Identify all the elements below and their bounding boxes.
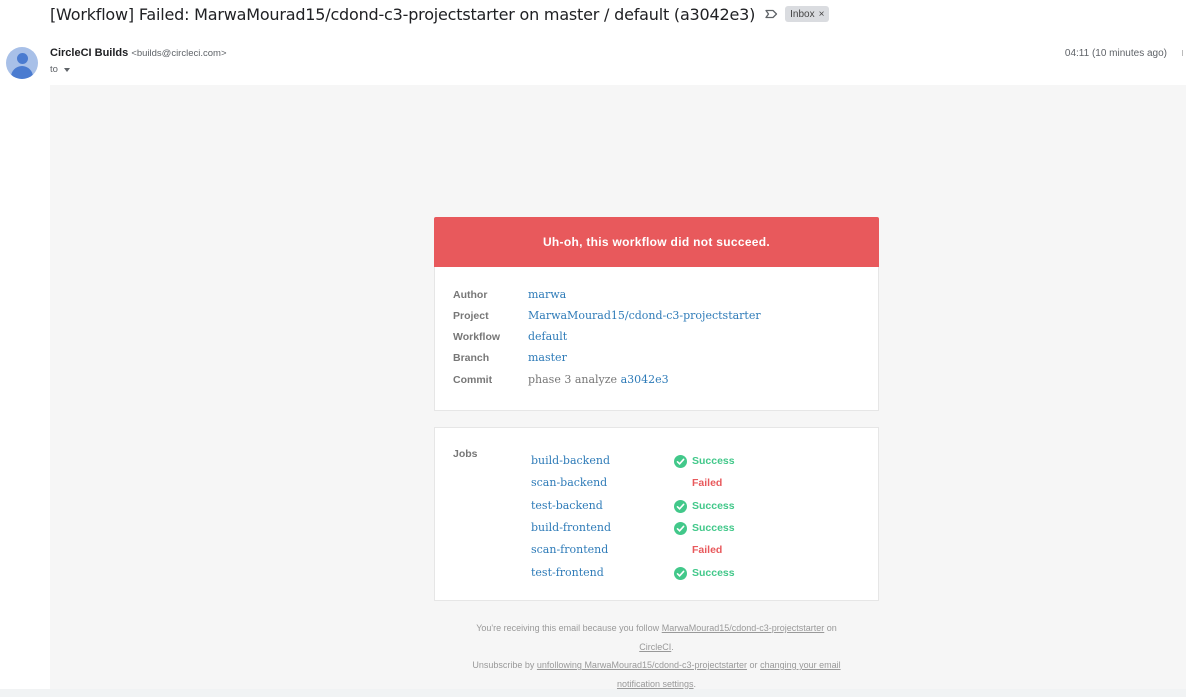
- footer-line-4: notification settings.: [434, 675, 879, 690]
- email-subject-row: [Workflow] Failed: MarwaMourad15/cdond-c…: [50, 2, 830, 26]
- workflow-details-card: Author marwa Project MarwaMourad15/cdond…: [434, 267, 879, 411]
- remove-label-icon[interactable]: ×: [819, 9, 825, 20]
- to-label: to: [50, 64, 58, 75]
- branch-label: Branch: [453, 352, 490, 364]
- job-status-scan-frontend: Failed: [692, 544, 723, 556]
- label-outline-icon[interactable]: [764, 7, 778, 21]
- more-options-icon[interactable]: [1182, 50, 1186, 56]
- footer-text: on: [826, 623, 837, 633]
- job-status-scan-backend: Failed: [692, 477, 723, 489]
- jobs-card: Jobs build-backend Success scan-backend Fai…: [434, 427, 879, 601]
- email-subject: [Workflow] Failed: MarwaMourad15/cdond-c…: [50, 4, 756, 24]
- footer-circleci-link[interactable]: CircleCI: [639, 642, 671, 652]
- job-link-scan-frontend[interactable]: scan-frontend: [531, 543, 608, 556]
- email-timestamp: 04:11 (10 minutes ago): [1064, 48, 1167, 59]
- job-link-test-frontend[interactable]: test-frontend: [531, 566, 604, 579]
- author-link[interactable]: marwa: [528, 288, 566, 301]
- commit-hash-link[interactable]: a3042e3: [621, 373, 669, 386]
- sender-name[interactable]: CircleCI Builds: [50, 47, 128, 59]
- job-link-build-frontend[interactable]: build-frontend: [531, 521, 611, 534]
- chevron-down-icon[interactable]: [63, 68, 70, 72]
- jobs-label: Jobs: [453, 448, 478, 460]
- footer-text: .: [671, 641, 674, 652]
- footer-text: You're receiving this email because you …: [476, 623, 660, 633]
- job-link-test-backend[interactable]: test-backend: [531, 499, 603, 512]
- sender-row: CircleCI Builds <builds@circleci.com>: [50, 47, 227, 59]
- job-status-test-frontend: Success: [692, 567, 735, 579]
- job-status-build-backend: Success: [692, 455, 735, 467]
- bottom-strip: [0, 689, 1186, 697]
- project-link[interactable]: MarwaMourad15/cdond-c3-projectstarter: [528, 309, 761, 322]
- job-status-build-frontend: Success: [692, 522, 735, 534]
- sender-avatar-icon[interactable]: [6, 47, 38, 79]
- job-status-test-backend: Success: [692, 500, 735, 512]
- footer-line-2: CircleCI.: [434, 638, 879, 657]
- workflow-link[interactable]: default: [528, 330, 567, 343]
- unfollow-link[interactable]: unfollowing MarwaMourad15/cdond-c3-proje…: [537, 660, 747, 670]
- success-check-icon: [674, 521, 687, 535]
- footer-text: Unsubscribe by: [472, 660, 535, 670]
- success-check-icon: [674, 499, 687, 513]
- email-footer: You're receiving this email because you …: [434, 619, 879, 689]
- commit-value: phase 3 analyze a3042e3: [528, 373, 669, 386]
- footer-text: or: [749, 660, 758, 670]
- banner-text: Uh-oh, this workflow did not succeed.: [542, 235, 771, 249]
- commit-message: phase 3 analyze: [528, 373, 618, 386]
- notification-settings-link-a[interactable]: changing your email: [760, 660, 841, 670]
- footer-line-1: You're receiving this email because you …: [434, 619, 879, 638]
- success-check-icon: [674, 454, 687, 468]
- workflow-label: Workflow: [453, 331, 501, 343]
- job-link-scan-backend[interactable]: scan-backend: [531, 476, 607, 489]
- recipients-toggle[interactable]: to: [50, 64, 70, 75]
- footer-text: .: [693, 678, 697, 689]
- email-body: Uh-oh, this workflow did not succeed. Au…: [50, 85, 1186, 689]
- workflow-failed-banner: Uh-oh, this workflow did not succeed.: [434, 217, 879, 267]
- project-label: Project: [453, 310, 489, 322]
- branch-link[interactable]: master: [528, 351, 567, 364]
- footer-line-3: Unsubscribe by unfollowing MarwaMourad15…: [434, 656, 879, 675]
- author-label: Author: [453, 289, 488, 301]
- inbox-label-text: Inbox: [790, 8, 815, 20]
- sender-email: <builds@circleci.com>: [131, 48, 227, 59]
- footer-project-link[interactable]: MarwaMourad15/cdond-c3-projectstarter: [662, 623, 825, 633]
- inbox-label-chip[interactable]: Inbox ×: [785, 6, 830, 22]
- notification-settings-link-b[interactable]: notification settings: [617, 679, 694, 689]
- success-check-icon: [674, 566, 687, 580]
- job-link-build-backend[interactable]: build-backend: [531, 454, 610, 467]
- commit-label: Commit: [453, 374, 493, 386]
